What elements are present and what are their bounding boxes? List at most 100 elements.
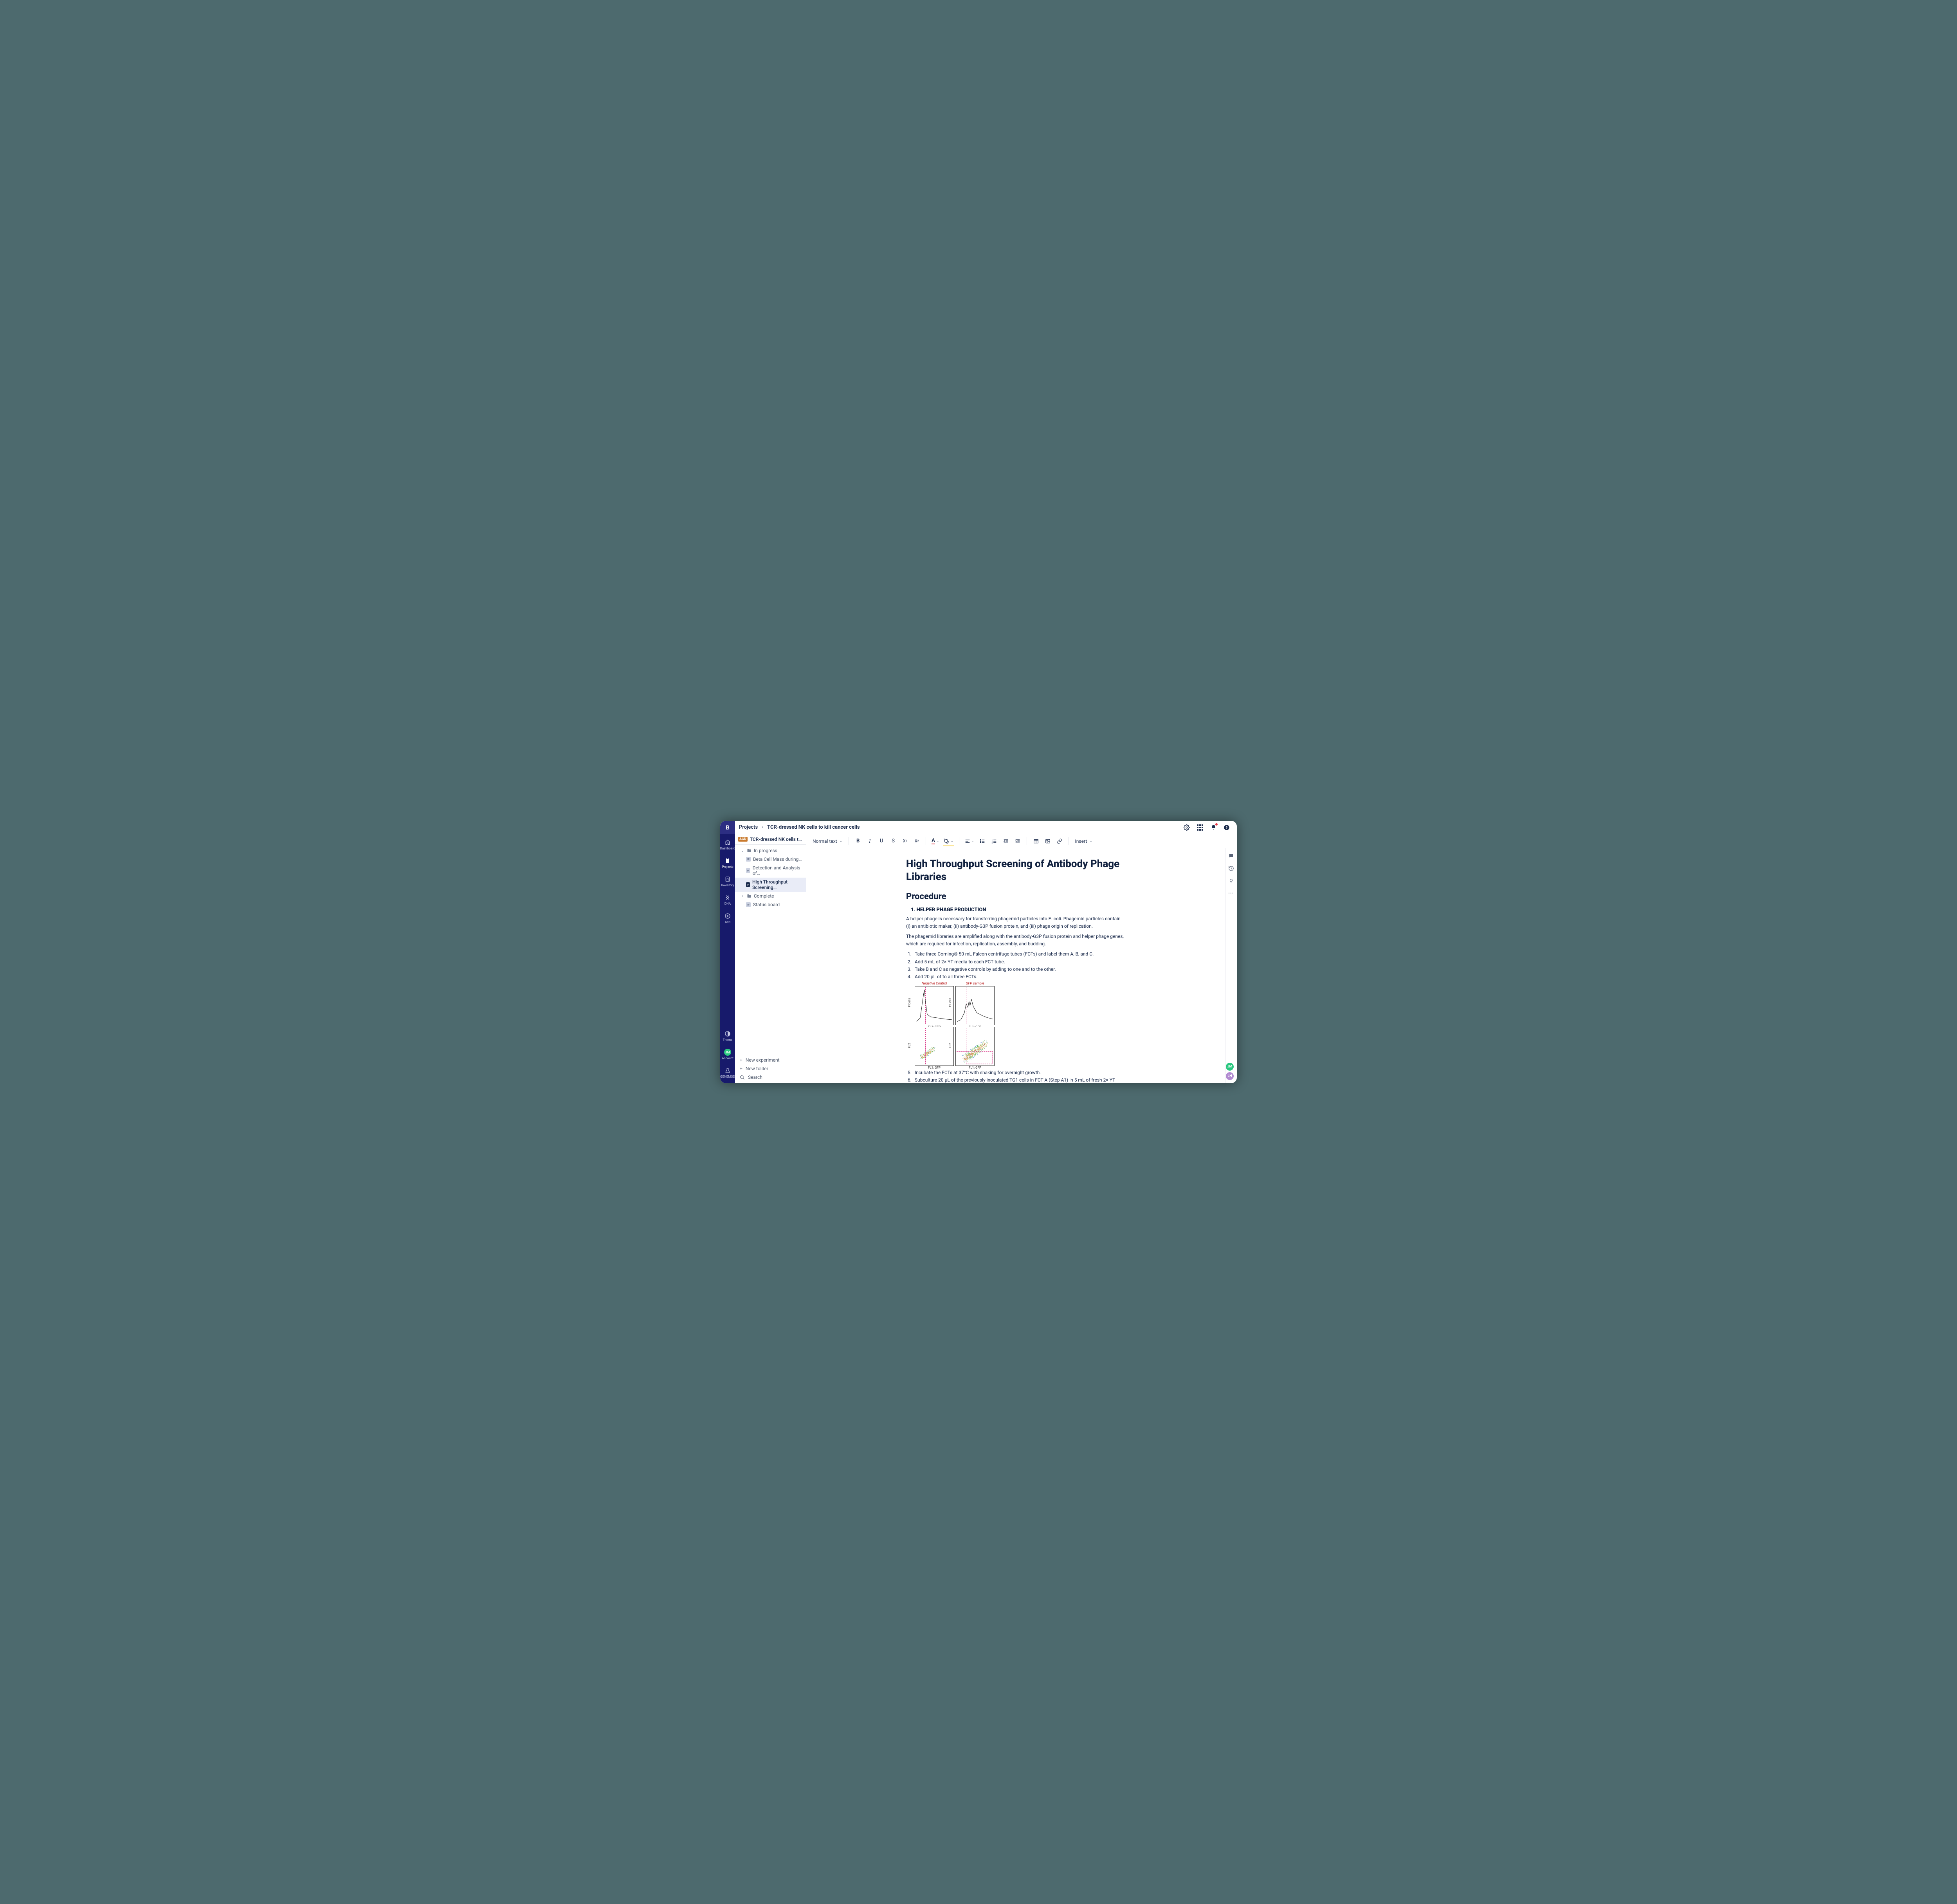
project-title: TCR-dressed NK cells to kill…	[750, 837, 803, 842]
nav-theme[interactable]: Theme	[723, 1030, 733, 1042]
numbered-list-button[interactable]: 123	[989, 836, 999, 846]
svg-text:3: 3	[991, 842, 993, 844]
bullet-list-button[interactable]	[977, 836, 988, 846]
presence-avatar[interactable]: LH	[1226, 1072, 1234, 1080]
chevron-down-icon: ⌄	[741, 849, 744, 853]
file-label: Detection and Analysis of…	[753, 865, 803, 876]
flask-icon	[724, 1067, 731, 1074]
new-folder-button[interactable]: + New folder	[740, 1066, 801, 1071]
nav-account[interactable]: JM Account	[722, 1049, 733, 1060]
folder-label: In progress	[754, 848, 777, 853]
formatting-toolbar: Normal text ⌄ B I U S X2 X2 A⌄ ⌄ ⌄ 123	[806, 834, 1237, 848]
calculator-icon	[724, 876, 731, 883]
breadcrumb-current[interactable]: TCR-dressed NK cells to kill cancer cell…	[767, 824, 860, 830]
nav-label: Dashboard	[720, 847, 735, 850]
folder-in-progress[interactable]: ⌄ In progress	[735, 846, 806, 855]
section-heading[interactable]: 1. HELPER PHAGE PRODUCTION	[911, 907, 1125, 913]
new-experiment-button[interactable]: + New experiment	[740, 1057, 801, 1063]
nav-genemod[interactable]: GENEMOD	[720, 1067, 735, 1078]
nav-inventory[interactable]: Inventory	[721, 876, 734, 887]
document-icon	[746, 857, 751, 862]
apps-grid-icon[interactable]	[1195, 823, 1205, 832]
nav-dna[interactable]: DNA	[724, 894, 731, 905]
comment-icon[interactable]	[1228, 852, 1235, 859]
paragraph[interactable]: A helper phage is necessary for transfer…	[906, 915, 1125, 930]
chart-panel: FL2FL1: GFP	[915, 1027, 954, 1066]
ordered-list[interactable]: Incubate the FCTs at 37°C with shaking f…	[906, 1069, 1125, 1083]
folder-complete[interactable]: › Complete	[735, 892, 806, 900]
top-bar: B Projects › TCR-dressed NK cells to kil…	[720, 821, 1237, 834]
bold-button[interactable]: B	[853, 836, 863, 846]
align-button[interactable]: ⌄	[963, 836, 976, 846]
list-item[interactable]: Add 20 µL of to all three FCTs.	[906, 973, 1125, 981]
presence-avatar[interactable]: JM	[1226, 1063, 1234, 1071]
project-header[interactable]: ACD TCR-dressed NK cells to kill…	[735, 834, 806, 845]
indent-button[interactable]	[1013, 836, 1023, 846]
strikethrough-button[interactable]: S	[888, 836, 898, 846]
list-item[interactable]: Take three Corning® 50 mL Falcon centrif…	[906, 950, 1125, 958]
text-color-button[interactable]: A⌄	[930, 836, 941, 846]
search-icon	[740, 1075, 745, 1080]
nav-label: GENEMOD	[720, 1075, 735, 1078]
list-item[interactable]: Subculture 20 µL of the previously inocu…	[906, 1076, 1125, 1083]
file-label: High Throughput Screening…	[752, 879, 803, 890]
nav-label: Projects	[722, 865, 733, 869]
paragraph[interactable]: The phagemid libraries are amplified alo…	[906, 933, 1125, 947]
avatar: JM	[724, 1049, 731, 1056]
svg-text:?: ?	[1226, 826, 1228, 830]
document-icon	[746, 882, 750, 887]
side-actions: + New experiment + New folder Search	[735, 1054, 806, 1083]
document-scroll[interactable]: High Throughput Screening of Antibody Ph…	[806, 848, 1225, 1083]
clipboard-icon	[724, 857, 731, 864]
table-button[interactable]	[1031, 836, 1041, 846]
ordered-list[interactable]: Take three Corning® 50 mL Falcon centrif…	[906, 950, 1125, 981]
paragraph-style-dropdown[interactable]: Normal text ⌄	[810, 838, 845, 844]
underline-button[interactable]: U	[876, 836, 887, 846]
editor: Normal text ⌄ B I U S X2 X2 A⌄ ⌄ ⌄ 123	[806, 834, 1237, 1083]
more-icon[interactable]: ···	[1228, 890, 1235, 897]
plus-icon: +	[740, 1066, 742, 1071]
search-button[interactable]: Search	[740, 1075, 801, 1080]
italic-button[interactable]: I	[865, 836, 875, 846]
app-logo[interactable]: B	[720, 821, 735, 834]
chevron-right-icon: ›	[762, 824, 763, 830]
file-item[interactable]: Detection and Analysis of…	[735, 864, 806, 878]
heading-procedure[interactable]: Procedure	[906, 892, 1125, 902]
superscript-button[interactable]: X2	[900, 836, 910, 846]
document-body[interactable]: High Throughput Screening of Antibody Ph…	[906, 858, 1125, 1074]
link-button[interactable]	[1054, 836, 1065, 846]
file-item[interactable]: Beta Cell Mass during…	[735, 855, 806, 864]
file-item-status[interactable]: Status board	[735, 900, 806, 909]
nav-add[interactable]: Add	[724, 912, 731, 924]
dna-icon	[724, 894, 731, 901]
breadcrumb-root[interactable]: Projects	[739, 824, 758, 830]
folder-icon	[747, 848, 751, 853]
nav-dashboard[interactable]: Dashboard	[720, 839, 735, 850]
project-badge: ACD	[738, 837, 748, 842]
chart-panel: Negative Control# CellsFL1: GFP	[915, 986, 954, 1025]
list-item[interactable]: Incubate the FCTs at 37°C with shaking f…	[906, 1069, 1125, 1076]
document-icon	[746, 902, 751, 907]
nav-label: Add	[725, 920, 730, 924]
list-item[interactable]: Add 5 mL of 2× YT media to each FCT tube…	[906, 958, 1125, 966]
file-item-selected[interactable]: High Throughput Screening…	[735, 878, 806, 892]
subscript-button[interactable]: X2	[912, 836, 922, 846]
highlight-button[interactable]: ⌄	[942, 836, 955, 846]
nav-label: DNA	[724, 902, 731, 905]
settings-icon[interactable]	[1182, 823, 1191, 832]
figure: Negative Control# CellsFL1: GFPGFP sampl…	[915, 986, 1125, 1066]
nav-projects[interactable]: Projects	[722, 857, 733, 869]
chevron-right-icon: ›	[741, 894, 744, 898]
plus-circle-icon	[724, 912, 731, 920]
help-icon[interactable]: ?	[1222, 823, 1231, 832]
image-button[interactable]	[1043, 836, 1053, 846]
insert-dropdown[interactable]: Insert ⌄	[1073, 838, 1095, 844]
list-item[interactable]: Take B and C as negative controls by add…	[906, 966, 1125, 973]
plus-icon: +	[740, 1057, 742, 1063]
document-title[interactable]: High Throughput Screening of Antibody Ph…	[906, 858, 1125, 883]
lightbulb-icon[interactable]	[1228, 877, 1235, 884]
file-label: Status board	[753, 902, 780, 907]
notifications-icon[interactable]	[1209, 823, 1218, 832]
history-icon[interactable]	[1228, 865, 1235, 872]
outdent-button[interactable]	[1001, 836, 1011, 846]
